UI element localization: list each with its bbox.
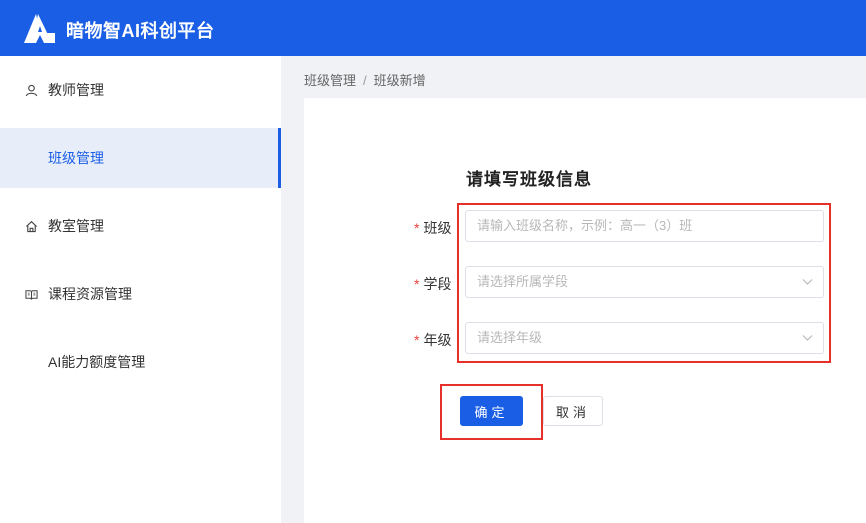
fields-highlight-box [457, 203, 831, 363]
required-mark: * [414, 276, 420, 292]
breadcrumb: 班级管理 / 班级新增 [304, 70, 426, 89]
user-icon [24, 83, 38, 97]
breadcrumb-parent[interactable]: 班级管理 [304, 73, 356, 88]
stage-label: * 学段 [414, 274, 451, 294]
sidebar-item-classrooms[interactable]: 教室管理 [0, 196, 281, 256]
app-title: 暗物智AI科创平台 [66, 21, 215, 41]
sidebar-item-teachers[interactable]: 教师管理 [0, 60, 281, 120]
required-mark: * [414, 220, 420, 236]
sidebar-item-classes[interactable]: 班级管理 [0, 128, 281, 188]
sidebar-item-label: 班级管理 [48, 150, 104, 166]
form-title: 请填写班级信息 [466, 170, 592, 189]
logo-icon [24, 14, 55, 43]
top-bar: 暗物智AI科创平台 [0, 0, 866, 56]
class-name-label: * 班级 [414, 218, 451, 238]
sidebar: 教师管理 班级管理 教室管理 课程资源管理 AI能力额度管理 [0, 56, 281, 523]
home-icon [24, 219, 38, 233]
field-label: 班级 [423, 220, 452, 236]
sidebar-item-label: 课程资源管理 [48, 286, 132, 302]
sidebar-item-label: AI能力额度管理 [48, 354, 146, 370]
breadcrumb-current: 班级新增 [373, 73, 426, 88]
sidebar-item-label: 教室管理 [48, 218, 104, 234]
required-mark: * [414, 332, 420, 348]
sidebar-item-label: 教师管理 [48, 82, 104, 98]
grade-label: * 年级 [414, 330, 451, 350]
field-label: 年级 [423, 332, 452, 348]
sidebar-item-ai-quota[interactable]: AI能力额度管理 [0, 332, 281, 392]
sidebar-item-course-resources[interactable]: 课程资源管理 [0, 264, 281, 324]
field-label: 学段 [423, 276, 452, 292]
breadcrumb-separator: / [363, 73, 367, 88]
book-icon [24, 287, 38, 301]
cancel-button[interactable]: 取消 [543, 396, 603, 426]
confirm-button[interactable]: 确定 [460, 396, 523, 426]
